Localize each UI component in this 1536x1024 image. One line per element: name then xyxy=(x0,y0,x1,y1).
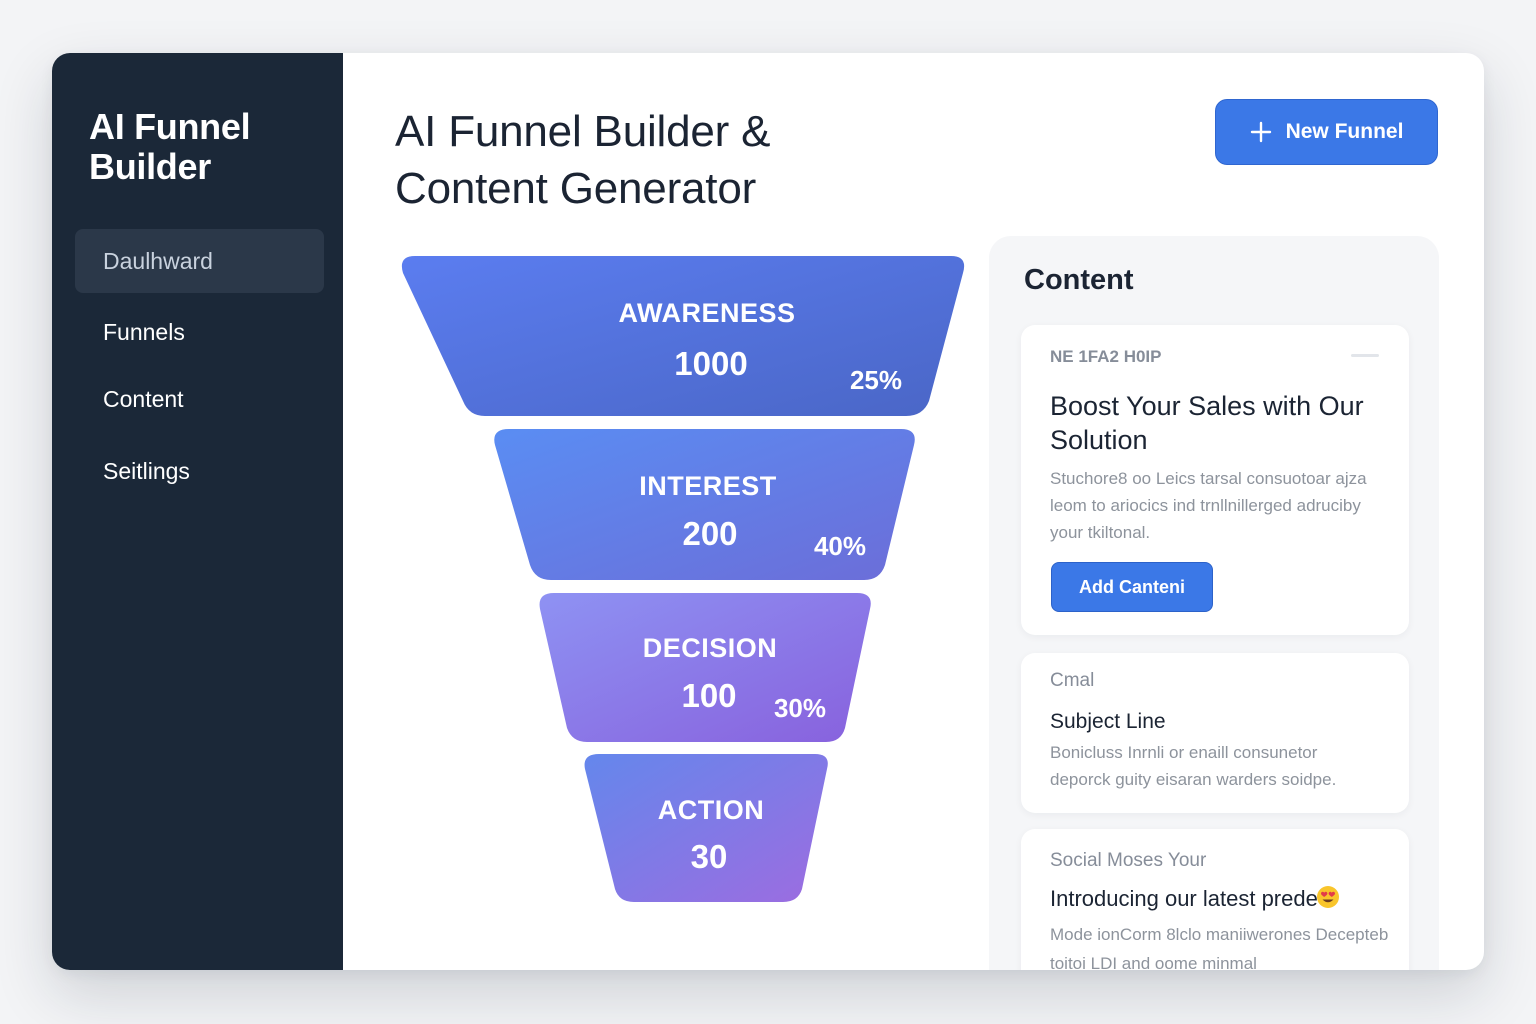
sidebar-item-content[interactable]: Content xyxy=(75,367,324,431)
funnel-stage-action-label: ACTION xyxy=(657,795,765,825)
funnel-chart: AWARENESS 1000 25% INTEREST 200 40% DECI… xyxy=(343,53,983,970)
funnel-stage-awareness-percent: 25% xyxy=(849,365,903,395)
funnel-stage-decision-label: DECISION xyxy=(642,633,778,663)
drag-handle-icon[interactable] xyxy=(1351,354,1379,357)
funnel-shapes xyxy=(401,256,965,902)
new-funnel-button[interactable]: New Funnel xyxy=(1215,99,1438,165)
content-card-social[interactable]: Social Moses Your Introducing our latest… xyxy=(1021,829,1409,970)
content-card-body: Stuchore8 oo Leics tarsal consuotoar ajz… xyxy=(1050,469,1367,542)
sidebar-item-label: Content xyxy=(103,385,184,412)
sidebar-item-dashboard[interactable]: Daulhward xyxy=(75,229,324,293)
sidebar-item-settings[interactable]: Seitlings xyxy=(75,439,324,503)
sidebar: AI Funnel Builder Daulhward Funnels Cont… xyxy=(52,53,343,970)
content-card-tag: Cmal xyxy=(1050,670,1095,691)
content-card-body: Bonicluss Inrnli or enaill consunetor de… xyxy=(1050,743,1337,789)
sidebar-item-label: Seitlings xyxy=(103,457,190,484)
funnel-stage-interest-value: 200 xyxy=(682,515,738,552)
content-card-title: Boost Your Sales with Our Solution xyxy=(1050,391,1364,455)
heart-eyes-emoji-icon xyxy=(1316,886,1339,908)
new-funnel-button-label: New Funnel xyxy=(1285,120,1404,143)
funnel-stage-awareness-value: 1000 xyxy=(674,345,748,382)
content-card-title: Introducing our latest prede xyxy=(1050,886,1318,911)
sidebar-item-funnels[interactable]: Funnels xyxy=(75,300,324,364)
app-window: AI Funnel Builder Daulhward Funnels Cont… xyxy=(52,53,1484,970)
content-card-sales[interactable]: NE 1FA2 H0IP Boost Your Sales with Our S… xyxy=(1021,325,1409,635)
content-card-email[interactable]: Cmal Subject Line Bonicluss Inrnli or en… xyxy=(1021,653,1409,813)
funnel-stage-interest-percent: 40% xyxy=(813,531,867,561)
plus-icon xyxy=(1250,121,1271,143)
brand-title: AI Funnel Builder xyxy=(89,106,251,187)
main-area: AI Funnel Builder & Content Generator Ne… xyxy=(343,53,1484,970)
funnel-stage-awareness-label: AWARENESS xyxy=(618,298,796,328)
content-heading: Content xyxy=(1024,264,1134,296)
funnel-stage-decision-percent: 30% xyxy=(773,693,827,723)
content-card-tag: NE 1FA2 H0IP xyxy=(1050,347,1162,366)
content-card-tag: Social Moses Your xyxy=(1050,850,1207,871)
content-card-title-row: Introducing our latest prede xyxy=(1050,885,1390,912)
add-content-button[interactable]: Add Canteni xyxy=(1051,562,1213,612)
sidebar-item-label: Funnels xyxy=(103,318,185,345)
funnel-stage-action-shape[interactable] xyxy=(584,754,828,902)
content-panel: Content NE 1FA2 H0IP Boost Your Sales wi… xyxy=(989,236,1439,970)
content-card-body: Mode ionCorm 8lclo maniiwerones Decepteb… xyxy=(1050,925,1389,970)
sidebar-item-label: Daulhward xyxy=(103,247,213,274)
funnel-stage-interest-label: INTEREST xyxy=(639,471,777,501)
funnel-stage-action-value: 30 xyxy=(690,838,728,875)
content-card-subject: Subject Line xyxy=(1050,710,1166,733)
